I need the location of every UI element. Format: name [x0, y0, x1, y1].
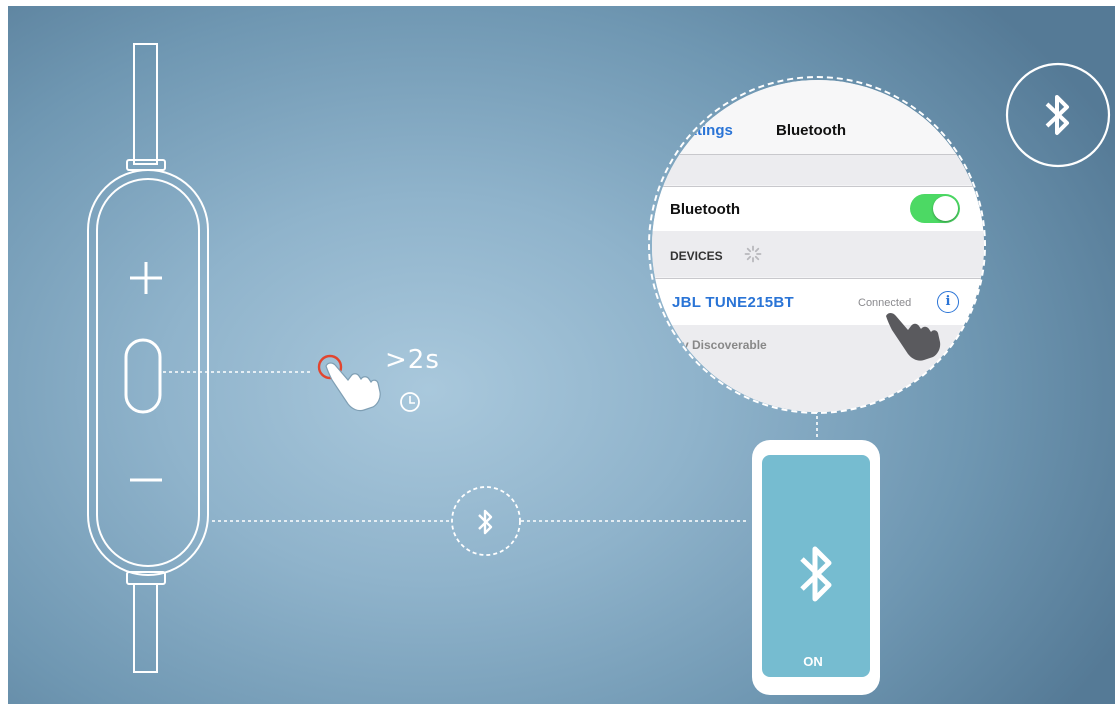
clock-icon [400, 392, 420, 412]
zoom-ring [648, 76, 986, 414]
phone-on-label: ON [803, 654, 823, 669]
remote-cable-bottom [133, 583, 158, 673]
hold-duration-label: >2s [385, 345, 440, 375]
remote-cable-top [133, 43, 158, 165]
diagram-root: >2s ttings Bluetooth Bluetooth DEVICES J… [0, 0, 1115, 707]
pointing-hand-icon [325, 362, 381, 412]
remote-center-button [124, 338, 162, 414]
bluetooth-icon [800, 546, 832, 602]
bluetooth-icon [1045, 95, 1069, 135]
bluetooth-icon [478, 509, 493, 535]
